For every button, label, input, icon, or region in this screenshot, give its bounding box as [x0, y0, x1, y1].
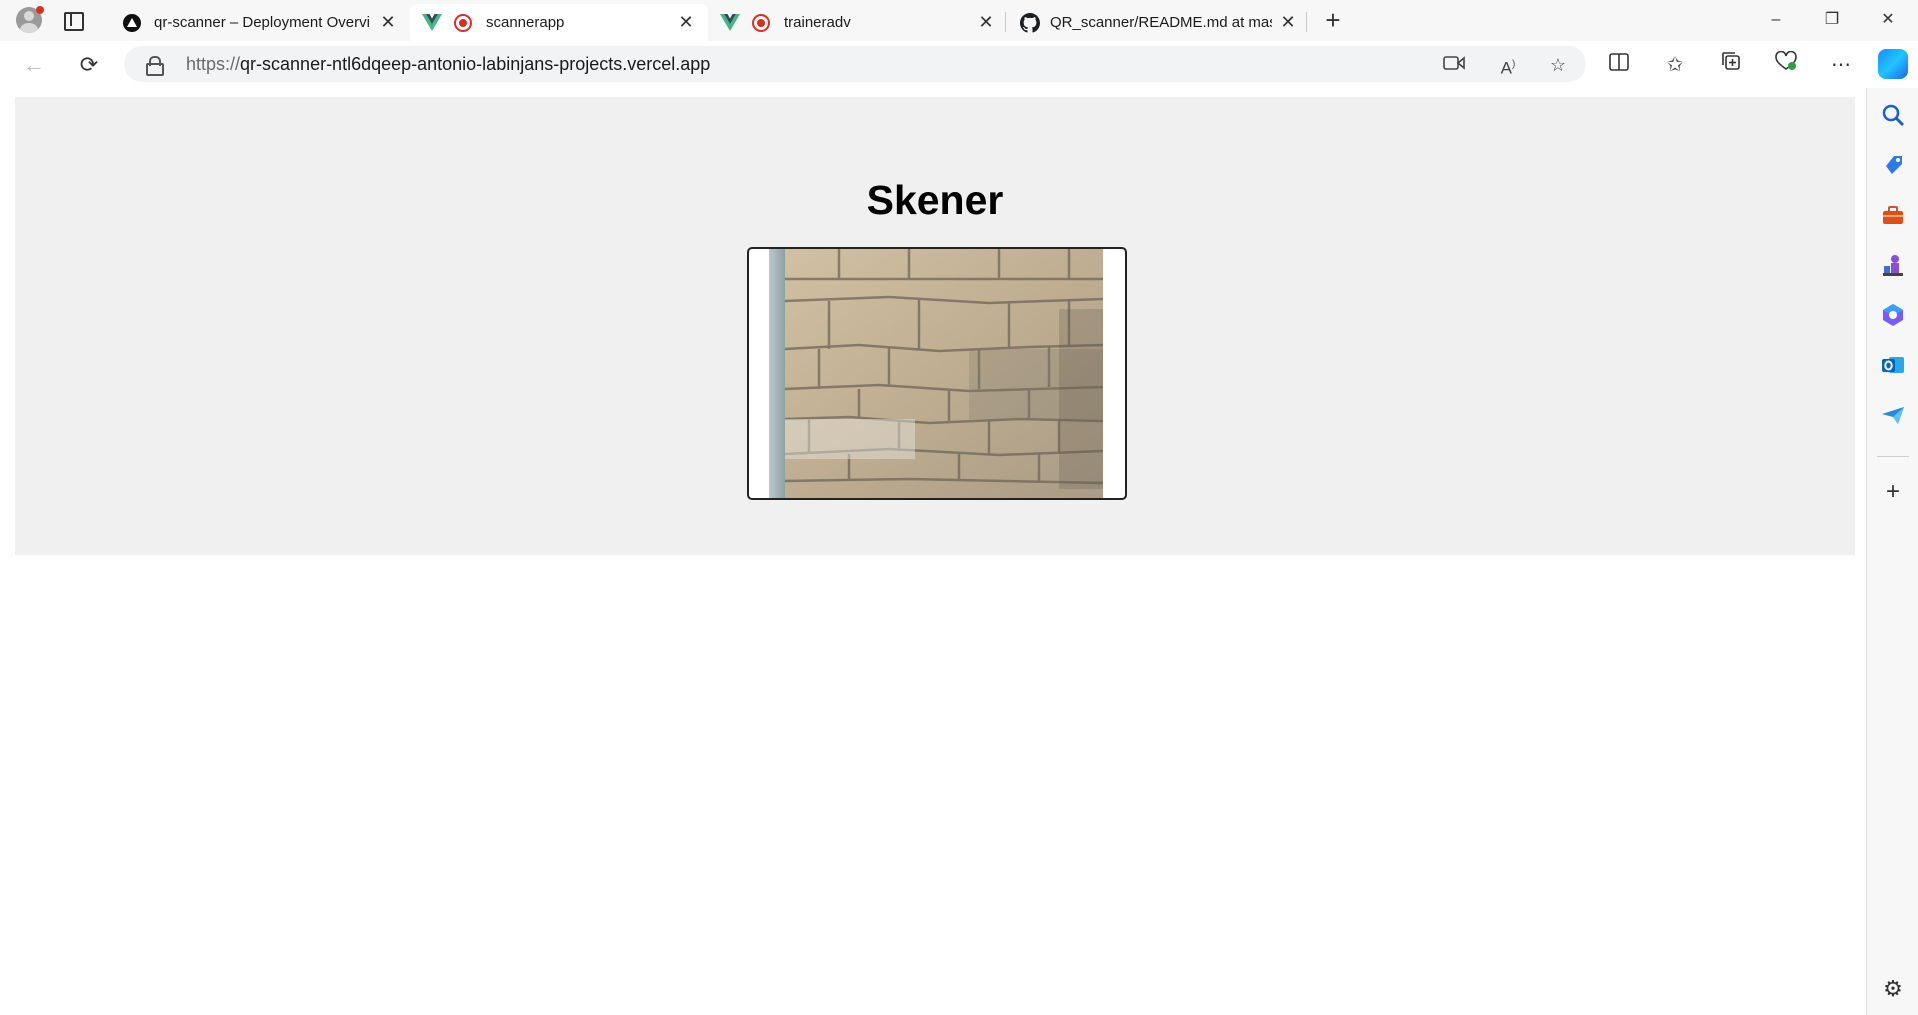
camera-feed-image [769, 249, 1103, 498]
recording-icon [454, 14, 472, 32]
url-text[interactable]: https://qr-scanner-ntl6dqeep-antonio-lab… [186, 54, 710, 75]
tab-title: QR_scanner/README.md at mast [1050, 14, 1272, 31]
search-icon[interactable] [1880, 102, 1906, 128]
tab-title: scannerapp [486, 14, 565, 31]
page-viewport: Skener [4, 88, 1866, 1015]
close-tab-icon[interactable]: ✕ [676, 12, 696, 32]
tab-actions-menu-icon[interactable] [62, 10, 84, 31]
tab-separator [1005, 12, 1006, 32]
notification-dot [36, 6, 44, 14]
microsoft-365-icon[interactable] [1880, 302, 1906, 328]
back-button[interactable]: ← [18, 49, 50, 81]
vue-icon [720, 14, 740, 31]
scanner-app-container: Skener [15, 97, 1855, 555]
tab-title: traineradv [784, 14, 851, 31]
address-bar[interactable]: https://qr-scanner-ntl6dqeep-antonio-lab… [124, 46, 1586, 82]
settings-icon[interactable]: ⚙ [1880, 976, 1906, 1002]
vue-icon [422, 14, 442, 31]
tab-title: qr-scanner – Deployment Overvi [154, 14, 370, 31]
split-screen-icon[interactable] [1603, 49, 1635, 81]
edge-sidebar: + ⚙ [1866, 88, 1918, 1015]
minimize-button[interactable]: – [1748, 0, 1804, 41]
tab-github-readme[interactable]: QR_scanner/README.md at mast ✕ [1008, 4, 1306, 41]
vercel-icon [123, 14, 141, 32]
read-aloud-icon[interactable]: A) [1496, 53, 1520, 78]
url-host: qr-scanner-ntl6dqeep-antonio-labinjans-p… [240, 54, 711, 74]
lock-icon[interactable] [146, 56, 164, 76]
favorite-star-icon[interactable]: ☆ [1546, 53, 1570, 77]
close-tab-icon[interactable]: ✕ [378, 12, 398, 32]
favorites-icon[interactable]: ✩ [1659, 49, 1691, 81]
tab-separator [1306, 12, 1307, 32]
shopping-icon[interactable] [1880, 152, 1906, 178]
collections-icon[interactable] [1715, 49, 1747, 81]
restore-button[interactable]: ❐ [1804, 0, 1860, 41]
camera-feed-edge [769, 249, 785, 498]
tab-strip: qr-scanner – Deployment Overvi ✕ scanner… [0, 0, 1918, 41]
tab-qr-scanner-deployment[interactable]: qr-scanner – Deployment Overvi ✕ [110, 4, 410, 41]
close-tab-icon[interactable]: ✕ [976, 12, 996, 32]
qr-scanner-frame [747, 247, 1127, 500]
browser-essentials-icon[interactable] [1770, 49, 1802, 81]
tab-traineradv[interactable]: traineradv ✕ [708, 4, 1004, 41]
add-icon[interactable]: + [1880, 480, 1906, 506]
tools-icon[interactable] [1880, 202, 1906, 228]
refresh-button[interactable]: ⟳ [73, 49, 105, 81]
more-icon[interactable]: ⋯ [1825, 49, 1857, 81]
copilot-icon[interactable] [1878, 49, 1908, 79]
tab-scannerapp[interactable]: scannerapp ✕ [410, 4, 708, 41]
send-icon[interactable] [1880, 402, 1906, 428]
outlook-icon[interactable] [1880, 352, 1906, 378]
close-tab-icon[interactable]: ✕ [1278, 12, 1298, 32]
camera-feed-video [769, 249, 1103, 498]
browser-toolbar: ← ⟳ https://qr-scanner-ntl6dqeep-antonio… [0, 41, 1918, 88]
close-window-button[interactable]: ✕ [1860, 0, 1916, 41]
github-icon [1020, 13, 1040, 33]
page-title: Skener [866, 177, 1004, 223]
games-icon[interactable] [1880, 252, 1906, 278]
url-protocol: https:// [186, 54, 241, 74]
recording-icon [752, 14, 770, 32]
sidebar-separator [1877, 456, 1909, 457]
new-tab-button[interactable]: + [1318, 6, 1348, 36]
camera-icon[interactable] [1442, 53, 1466, 77]
